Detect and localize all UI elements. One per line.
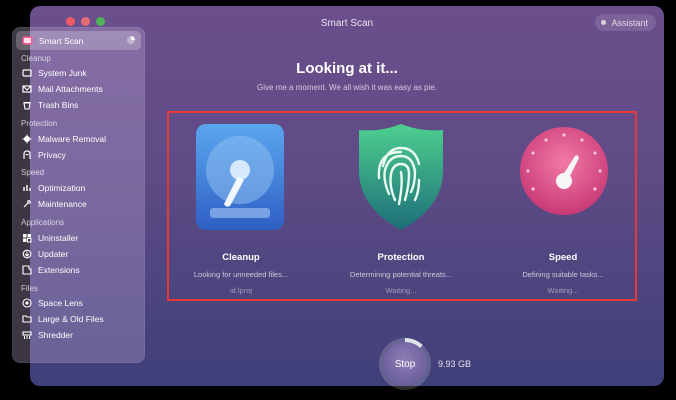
stop-button[interactable]: Stop (383, 342, 427, 386)
sidebar-item-privacy[interactable]: Privacy (22, 148, 66, 162)
sidebar-item-label: Trash Bins (38, 100, 79, 110)
sidebar-item-smart-scan[interactable]: Smart Scan (16, 31, 141, 50)
sidebar-item-space-lens[interactable]: Space Lens (22, 296, 83, 310)
uninstaller-icon (22, 233, 32, 243)
shredder-icon (22, 330, 32, 340)
sidebar-item-malware-removal[interactable]: Malware Removal (22, 132, 106, 146)
maintenance-icon (22, 199, 32, 209)
sidebar-section-cleanup: Cleanup (21, 54, 51, 63)
sidebar-item-label: Large & Old Files (38, 314, 104, 324)
assistant-icon (601, 20, 607, 25)
extensions-icon (22, 265, 32, 275)
sidebar-section-applications: Applications (21, 218, 65, 227)
malware-icon (22, 134, 32, 144)
scan-progress-icon (127, 36, 135, 44)
sidebar-item-label: Mail Attachments (38, 84, 103, 94)
sidebar-item-large-old-files[interactable]: Large & Old Files (22, 312, 104, 326)
sidebar-item-mail-attachments[interactable]: Mail Attachments (22, 82, 103, 96)
sidebar-item-label: Maintenance (38, 199, 87, 209)
smart-scan-icon (22, 35, 33, 46)
assistant-button[interactable]: Assistant (595, 14, 656, 31)
sidebar-item-label: Uninstaller (38, 233, 79, 243)
sidebar-item-label: Privacy (38, 150, 66, 160)
sidebar-item-extensions[interactable]: Extensions (22, 263, 80, 277)
sidebar-item-label: Space Lens (38, 298, 83, 308)
sidebar-item-label: Extensions (38, 265, 80, 275)
updater-icon (22, 249, 32, 259)
trash-icon (22, 100, 32, 110)
highlight-box (167, 111, 637, 301)
sidebar-item-label: Optimization (38, 183, 86, 193)
space-lens-icon (22, 298, 32, 308)
scanned-size: 9.93 GB (438, 359, 472, 369)
mail-icon (22, 84, 32, 94)
sidebar-item-uninstaller[interactable]: Uninstaller (22, 231, 78, 245)
assistant-label: Assistant (611, 17, 648, 28)
sidebar-section-speed: Speed (21, 168, 45, 177)
sidebar-section-files: Files (21, 284, 38, 293)
sidebar-item-trash-bins[interactable]: Trash Bins (22, 98, 78, 112)
sidebar-item-shredder[interactable]: Shredder (22, 328, 73, 342)
sidebar-item-optimization[interactable]: Optimization (22, 181, 85, 195)
sidebar-item-label: Malware Removal (38, 134, 107, 144)
sidebar-item-label: Smart Scan (39, 35, 84, 46)
system-junk-icon (22, 68, 32, 78)
folder-icon (22, 314, 32, 324)
sidebar-item-label: Shredder (38, 330, 73, 340)
optimization-icon (22, 183, 32, 193)
sidebar: Smart Scan Cleanup System Junk Mail Atta… (12, 27, 145, 363)
sidebar-item-label: Updater (38, 249, 69, 259)
sidebar-item-label: System Junk (38, 68, 87, 78)
sidebar-item-updater[interactable]: Updater (22, 247, 68, 261)
privacy-icon (22, 150, 32, 160)
sidebar-item-system-junk[interactable]: System Junk (22, 66, 87, 80)
sidebar-item-maintenance[interactable]: Maintenance (22, 197, 87, 211)
sidebar-section-protection: Protection (21, 119, 58, 128)
